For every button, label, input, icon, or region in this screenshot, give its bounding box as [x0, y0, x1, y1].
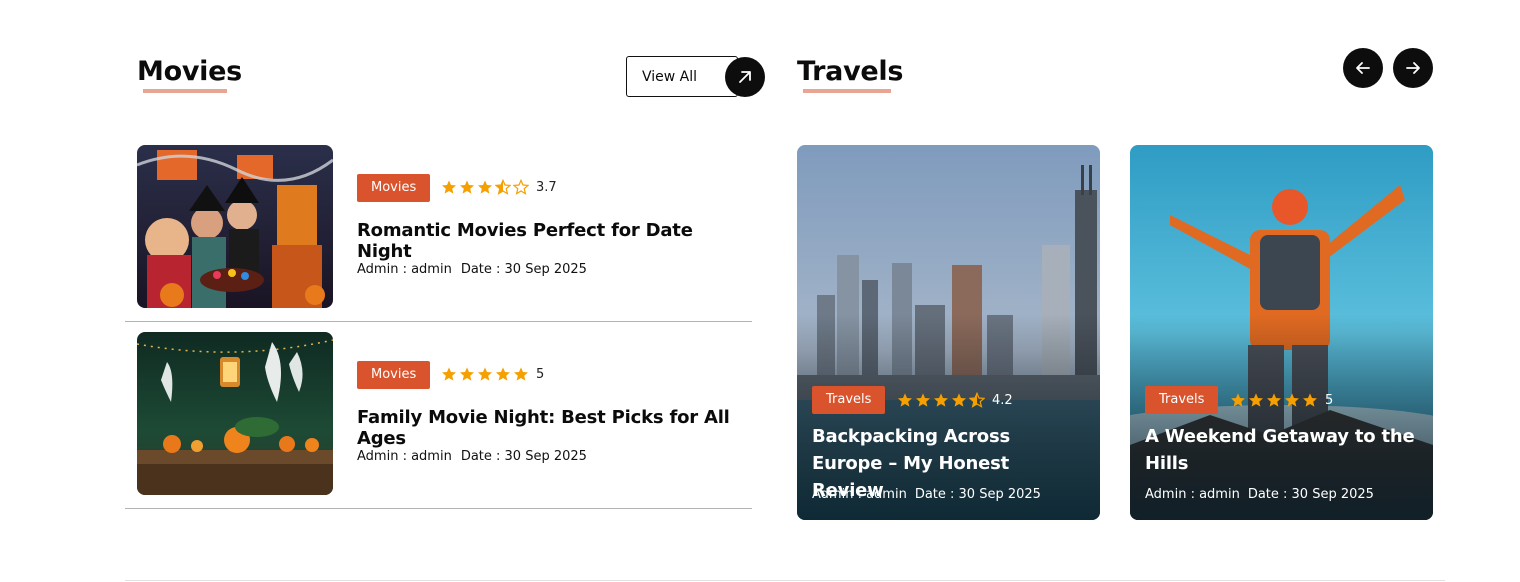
- post-author[interactable]: Admin : admin: [357, 449, 452, 464]
- star-full-icon: [478, 180, 492, 194]
- view-all-button[interactable]: View All: [626, 56, 738, 97]
- category-badge[interactable]: Travels: [1145, 386, 1219, 414]
- movie-post-row[interactable]: Movies 5 Family Movie Night: Best Picks …: [125, 332, 752, 509]
- star-full-icon: [898, 393, 912, 407]
- post-meta: Admin : admin Date : 30 Sep 2025: [357, 449, 596, 464]
- star-full-icon: [1285, 393, 1299, 407]
- post-date: Date : 30 Sep 2025: [914, 487, 1041, 502]
- travels-title-underline: [803, 89, 891, 93]
- section-divider: [125, 580, 1445, 581]
- category-badge[interactable]: Travels: [812, 386, 886, 414]
- carousel-prev-button[interactable]: [1343, 48, 1383, 88]
- post-thumbnail[interactable]: [137, 332, 333, 495]
- star-rating: 4.2: [897, 392, 1013, 408]
- arrow-right-icon: [1406, 62, 1420, 74]
- movies-title-underline: [143, 89, 227, 93]
- post-date: Date : 30 Sep 2025: [460, 449, 587, 464]
- star-full-icon: [1267, 393, 1281, 407]
- category-badge[interactable]: Movies: [357, 361, 431, 389]
- movie-post-row[interactable]: Movies 3.7 Romantic Movies Perfect for D…: [125, 145, 752, 322]
- post-title[interactable]: Romantic Movies Perfect for Date Night: [357, 220, 752, 262]
- star-full-icon: [934, 393, 948, 407]
- travels-section-title: Travels: [797, 56, 904, 87]
- post-meta: Admin : admin Date : 30 Sep 2025: [1145, 487, 1382, 502]
- star-half-icon: [495, 179, 511, 195]
- star-empty-icon: [513, 179, 529, 195]
- post-title[interactable]: Family Movie Night: Best Picks for All A…: [357, 407, 752, 449]
- travel-post-card[interactable]: Travels 5 A Weekend Getaway to the Hills…: [1130, 145, 1433, 520]
- star-full-icon: [514, 367, 528, 381]
- post-author[interactable]: Admin : admin: [1145, 487, 1240, 502]
- movies-section-title: Movies: [137, 56, 242, 87]
- post-title[interactable]: A Weekend Getaway to the Hills: [1145, 423, 1415, 477]
- star-full-icon: [1231, 393, 1245, 407]
- rating-value: 4.2: [992, 392, 1013, 408]
- star-full-icon: [460, 367, 474, 381]
- star-full-icon: [952, 393, 966, 407]
- arrow-left-icon: [1356, 62, 1370, 74]
- view-all-arrow-button[interactable]: [725, 57, 765, 97]
- arrow-up-right-icon: [739, 71, 751, 83]
- star-full-icon: [496, 367, 510, 381]
- rating-value: 5: [1325, 392, 1334, 408]
- star-full-icon: [442, 367, 456, 381]
- category-badge[interactable]: Movies: [357, 174, 431, 202]
- pumpkin-table-image: [137, 332, 333, 495]
- rating-value: 5: [536, 366, 545, 382]
- post-meta: Admin : admin Date : 30 Sep 2025: [357, 262, 596, 277]
- star-full-icon: [1249, 393, 1263, 407]
- post-date: Date : 30 Sep 2025: [1247, 487, 1374, 502]
- post-thumbnail[interactable]: [137, 145, 333, 308]
- star-full-icon: [478, 367, 492, 381]
- post-meta: Admin : admin Date : 30 Sep 2025: [812, 487, 1049, 502]
- travel-post-card[interactable]: Travels 4.2 Backpacking Across Europe – …: [797, 145, 1100, 520]
- rating-value: 3.7: [536, 179, 557, 195]
- star-rating: 5: [1230, 392, 1333, 408]
- star-full-icon: [1303, 393, 1317, 407]
- star-full-icon: [460, 180, 474, 194]
- star-full-icon: [442, 180, 456, 194]
- post-date: Date : 30 Sep 2025: [460, 262, 587, 277]
- star-half-icon: [969, 392, 985, 408]
- post-author[interactable]: Admin : admin: [357, 262, 452, 277]
- post-author[interactable]: Admin : admin: [812, 487, 907, 502]
- star-rating: 3.7: [441, 179, 557, 195]
- carousel-next-button[interactable]: [1393, 48, 1433, 88]
- halloween-party-image: [137, 145, 333, 308]
- star-full-icon: [916, 393, 930, 407]
- star-rating: 5: [441, 366, 544, 382]
